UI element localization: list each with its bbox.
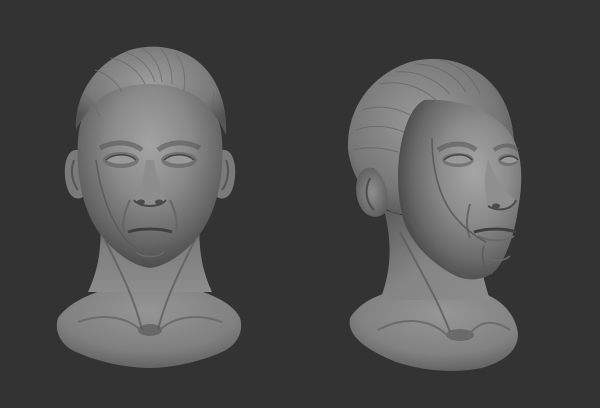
viewport-canvas: [0, 0, 600, 408]
three-quarter-view-bust: [347, 58, 522, 371]
render-svg: [0, 0, 600, 408]
